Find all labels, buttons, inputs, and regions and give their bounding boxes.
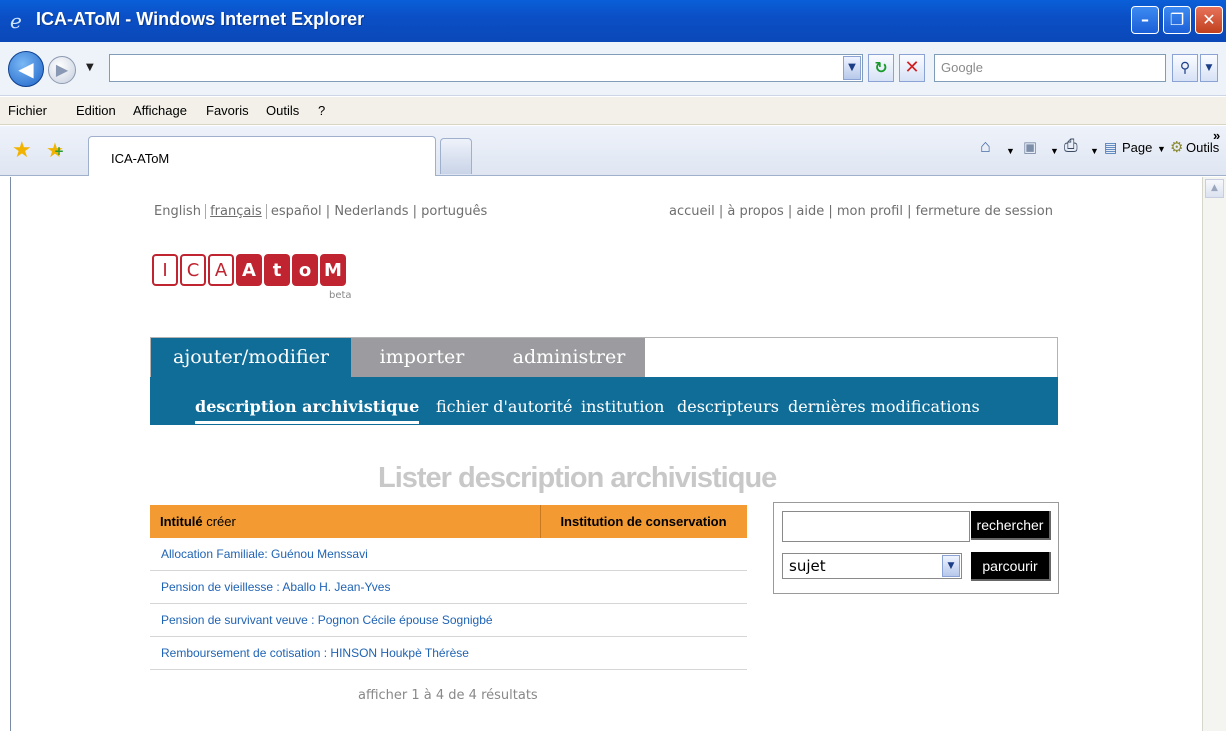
search-button[interactable]: rechercher [971,511,1051,540]
chevron-down-icon[interactable]: ▼ [942,555,960,577]
ica-atom-logo[interactable]: ICAAtoM [152,254,348,288]
feeds-dropdown-icon[interactable]: ▼ [1050,146,1059,156]
toolbar-overflow-icon[interactable]: » [1213,128,1220,143]
record-link[interactable]: Pension de survivant veuve : Pognon Céci… [161,613,493,627]
page-title: Lister description archivistique [378,462,777,494]
home-icon[interactable]: ⌂ [980,136,991,157]
browse-select[interactable]: sujet ▼ [782,553,962,579]
vertical-scrollbar[interactable]: ▲ [1202,177,1226,731]
forward-button[interactable]: ▶ [48,56,76,84]
lang-english[interactable]: English [154,204,201,219]
tab-ica-atom[interactable]: ICA-AToM [88,136,436,176]
table-row: Pension de survivant veuve : Pognon Céci… [150,604,747,637]
scroll-up-icon[interactable]: ▲ [1205,179,1224,198]
record-link[interactable]: Pension de vieillesse : Aballo H. Jean-Y… [161,580,390,594]
subnav-fichier-autorite[interactable]: fichier d'autorité [436,397,572,416]
search-panel: rechercher sujet ▼ parcourir [773,502,1059,594]
link-accueil[interactable]: accueil [669,204,715,219]
browse-button[interactable]: parcourir [971,552,1051,581]
page-dropdown-icon[interactable]: ▼ [1157,144,1166,154]
main-tabs: ajouter/modifier importer administrer [150,337,1058,377]
menu-bar: Fichier Edition Affichage Favoris Outils… [0,97,1226,125]
lang-francais[interactable]: français [205,204,267,219]
address-dropdown-icon[interactable]: ▼ [843,56,861,80]
favorites-star-icon[interactable]: ★ [12,138,32,163]
header-institution[interactable]: Institution de conservation [540,514,747,529]
maximize-button[interactable]: ❐ [1163,6,1191,34]
home-dropdown-icon[interactable]: ▼ [1006,146,1015,156]
site-search-input[interactable] [782,511,970,542]
address-bar: ◀ ▶ ▼ ▼ ↻ ✕ Google ⚲ ▼ [0,42,1226,96]
table-row: Pension de vieillesse : Aballo H. Jean-Y… [150,571,747,604]
table-header: Intitulé créer Institution de conservati… [150,505,747,538]
logo-beta-label: beta [329,290,352,301]
link-a-propos[interactable]: à propos [727,204,783,219]
tab-bar: ★ ★ + ICA-AToM ⌂ ▼ ▣ ▼ ⎙ ▼ ▤ Page ▼ ⚙ Out… [0,126,1226,176]
search-options-dropdown-icon[interactable]: ▼ [1200,54,1218,82]
table-row: Allocation Familiale: Guénou Menssavi [150,538,747,571]
window-title-bar: e ICA-AToM - Windows Internet Explorer –… [0,0,1226,42]
subnav-dernieres-modifications[interactable]: dernières modifications [788,397,980,416]
new-tab-button[interactable] [440,138,472,174]
tab-administrer[interactable]: administrer [493,338,645,377]
print-icon[interactable]: ⎙ [1064,136,1078,156]
menu-edition[interactable]: Edition [76,103,116,118]
language-switcher: English français español | Nederlands | … [154,204,488,219]
subnav-description-archivistique[interactable]: description archivistique [195,397,420,424]
record-link[interactable]: Remboursement de cotisation : HINSON Hou… [161,646,469,660]
link-mon-profil[interactable]: mon profil [837,204,903,219]
table-row: Remboursement de cotisation : HINSON Hou… [150,637,747,670]
tab-ajouter-modifier[interactable]: ajouter/modifier [151,338,351,377]
page-icon: ▤ [1104,139,1118,155]
link-fermeture-session[interactable]: fermeture de session [916,204,1053,219]
subnav-descripteurs[interactable]: descripteurs [677,397,779,416]
stop-button[interactable]: ✕ [899,54,925,82]
lang-nederlands[interactable]: Nederlands [334,204,408,219]
tab-importer[interactable]: importer [351,338,493,377]
minimize-button[interactable]: – [1131,6,1159,34]
print-dropdown-icon[interactable]: ▼ [1090,146,1099,156]
back-button[interactable]: ◀ [8,51,44,87]
link-aide[interactable]: aide [796,204,824,219]
search-icon[interactable]: ⚲ [1172,54,1198,82]
history-dropdown-icon[interactable]: ▼ [86,62,94,73]
search-input[interactable]: Google [934,54,1166,82]
menu-help[interactable]: ? [318,103,325,118]
address-input[interactable] [109,54,863,82]
menu-fichier[interactable]: Fichier [8,103,47,118]
record-link[interactable]: Allocation Familiale: Guénou Menssavi [161,547,368,561]
menu-outils[interactable]: Outils [266,103,299,118]
top-links: accueil | à propos | aide | mon profil |… [669,204,1053,219]
sub-navigation: description archivistique fichier d'auto… [150,377,1058,425]
menu-favoris[interactable]: Favoris [206,103,249,118]
lang-portugues[interactable]: português [421,204,487,219]
window-title: ICA-AToM - Windows Internet Explorer [36,9,365,29]
feeds-icon[interactable]: ▣ [1023,138,1037,156]
menu-affichage[interactable]: Affichage [133,103,187,118]
lang-espanol[interactable]: español [271,204,322,219]
ie-icon: e [10,9,22,33]
header-intitule[interactable]: Intitulé créer [160,514,236,529]
close-button[interactable]: ✕ [1195,6,1223,34]
subnav-institution[interactable]: institution [581,397,664,416]
gear-icon: ⚙ [1170,139,1184,156]
add-favorite-icon[interactable]: ★ + [46,138,64,162]
results-summary: afficher 1 à 4 de 4 résultats [358,688,538,703]
refresh-button[interactable]: ↻ [868,54,894,82]
page-menu[interactable]: Page [1122,140,1152,155]
